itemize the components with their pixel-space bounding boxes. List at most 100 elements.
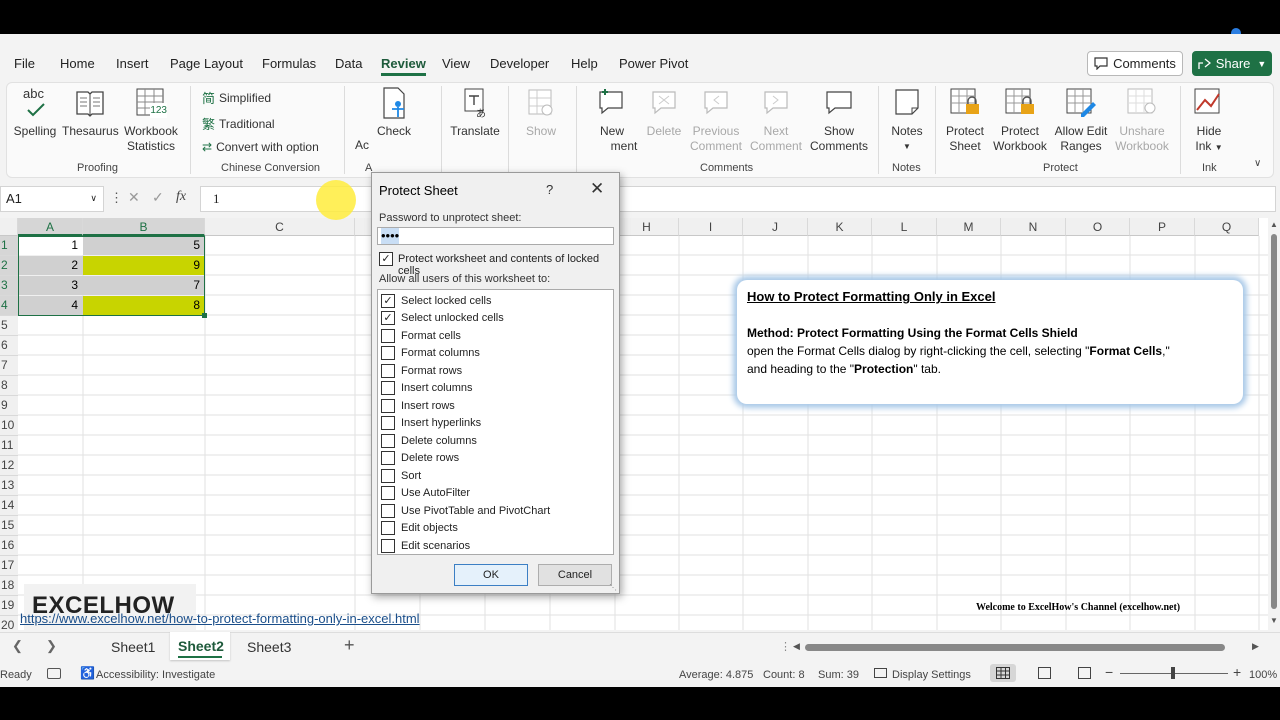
show-comments-button[interactable]: Show Comments: [806, 86, 872, 154]
scroll-down-icon[interactable]: ▼: [1270, 616, 1278, 625]
page-break-view-icon[interactable]: [1078, 667, 1091, 679]
new-comment-button[interactable]: New ment: [586, 86, 638, 154]
next-sheet-icon[interactable]: ❯: [46, 638, 57, 654]
notes-button[interactable]: Notes ▼: [887, 86, 927, 154]
row-header-4[interactable]: 4: [0, 296, 18, 316]
allow-edit-ranges-button[interactable]: Allow Edit Ranges: [1052, 86, 1110, 154]
resize-grip-icon[interactable]: ⋱: [609, 583, 617, 592]
row-header-16[interactable]: 16: [0, 536, 18, 556]
enter-formula-icon[interactable]: ✓: [152, 189, 164, 206]
unshare-workbook-button[interactable]: Unshare Workbook: [1112, 86, 1172, 154]
accessibility-button-partial[interactable]: Ac: [355, 138, 375, 153]
row-header-20[interactable]: 20: [0, 616, 18, 630]
zoom-slider-thumb[interactable]: [1171, 667, 1175, 679]
menu-tab-view[interactable]: View: [442, 56, 470, 71]
row-header-11[interactable]: 11: [0, 436, 18, 456]
name-box[interactable]: A1 ∨: [0, 186, 104, 212]
row-header-17[interactable]: 17: [0, 556, 18, 576]
vertical-scrollbar[interactable]: ▲ ▼: [1268, 218, 1280, 630]
row-header-8[interactable]: 8: [0, 376, 18, 396]
option-checkbox-format-columns[interactable]: [381, 346, 395, 360]
workbook-statistics-button[interactable]: 123 Workbook Statistics: [120, 86, 182, 154]
simplified-button[interactable]: 简 Simplified: [202, 88, 271, 107]
worksheet-grid[interactable]: A B C H I J K L M N O P Q 1 2 3 4 5 6 7 …: [0, 218, 1268, 630]
spelling-button[interactable]: abc Spelling: [12, 86, 58, 139]
row-header-12[interactable]: 12: [0, 456, 18, 476]
sheet-tab-sheet2[interactable]: Sheet2: [170, 632, 230, 660]
zoom-out-icon[interactable]: −: [1105, 664, 1113, 680]
status-accessibility[interactable]: Accessibility: Investigate: [96, 669, 215, 681]
row-header-1[interactable]: 1: [0, 236, 18, 256]
option-checkbox-insert-rows[interactable]: [381, 399, 395, 413]
display-settings-button[interactable]: Display Settings: [892, 669, 971, 681]
cancel-button[interactable]: Cancel: [538, 564, 612, 586]
sheet-tab-sheet1[interactable]: Sheet1: [111, 639, 155, 655]
row-header-13[interactable]: 13: [0, 476, 18, 496]
row-header-3[interactable]: 3: [0, 276, 18, 296]
prev-sheet-icon[interactable]: ❮: [12, 638, 23, 654]
menu-tab-review[interactable]: Review: [381, 56, 426, 76]
option-checkbox-use-pivottable[interactable]: [381, 504, 395, 518]
option-checkbox-delete-rows[interactable]: [381, 451, 395, 465]
row-header-10[interactable]: 10: [0, 416, 18, 436]
macro-record-icon[interactable]: [47, 668, 61, 679]
menu-tab-developer[interactable]: Developer: [490, 56, 549, 71]
option-checkbox-format-rows[interactable]: [381, 364, 395, 378]
option-checkbox-select-locked-cells[interactable]: ✓: [381, 294, 395, 308]
row-header-14[interactable]: 14: [0, 496, 18, 516]
scroll-thumb[interactable]: [1271, 234, 1277, 609]
add-sheet-button[interactable]: +: [344, 635, 355, 656]
menu-tab-help[interactable]: Help: [571, 56, 598, 71]
row-header-9[interactable]: 9: [0, 396, 18, 416]
menu-tab-formulas[interactable]: Formulas: [262, 56, 316, 71]
option-checkbox-sort[interactable]: [381, 469, 395, 483]
check-accessibility-button[interactable]: Check: [376, 86, 412, 139]
status-average[interactable]: Average: 4.875: [679, 669, 753, 681]
menu-tab-insert[interactable]: Insert: [116, 56, 149, 71]
option-checkbox-edit-scenarios[interactable]: [381, 539, 395, 553]
option-checkbox-insert-hyperlinks[interactable]: [381, 416, 395, 430]
password-input[interactable]: ••••: [377, 227, 614, 245]
scroll-up-icon[interactable]: ▲: [1270, 220, 1278, 229]
protect-workbook-button[interactable]: Protect Workbook: [990, 86, 1050, 154]
share-button[interactable]: Share ▼: [1192, 51, 1272, 76]
option-checkbox-select-unlocked-cells[interactable]: ✓: [381, 311, 395, 325]
h-scroll-right-icon[interactable]: ▶: [1252, 641, 1259, 652]
previous-comment-button[interactable]: Previous Comment: [686, 86, 746, 154]
formula-bar-more-icon[interactable]: ⋮: [110, 190, 123, 206]
dialog-help-button[interactable]: ?: [546, 182, 553, 197]
status-sum[interactable]: Sum: 39: [818, 669, 859, 681]
tab-scroll-divider-icon[interactable]: ⋮: [780, 640, 791, 653]
menu-tab-data[interactable]: Data: [335, 56, 362, 71]
row-header-2[interactable]: 2: [0, 256, 18, 276]
h-scroll-left-icon[interactable]: ◀: [793, 641, 800, 652]
thesaurus-button[interactable]: Thesaurus: [62, 86, 119, 139]
collapse-ribbon-icon[interactable]: ∨: [1254, 158, 1261, 169]
translate-button[interactable]: あ Translate: [448, 86, 502, 139]
comments-button[interactable]: Comments: [1087, 51, 1183, 76]
option-checkbox-edit-objects[interactable]: [381, 521, 395, 535]
option-checkbox-insert-columns[interactable]: [381, 381, 395, 395]
ok-button[interactable]: OK: [454, 564, 528, 586]
show-changes-button[interactable]: Show: [518, 86, 564, 139]
row-header-15[interactable]: 15: [0, 516, 18, 536]
tutorial-link[interactable]: https://www.excelhow.net/how-to-protect-…: [20, 611, 420, 626]
row-header-7[interactable]: 7: [0, 356, 18, 376]
horizontal-scroll-thumb[interactable]: [805, 644, 1225, 651]
accessibility-status-icon[interactable]: ♿: [80, 666, 95, 680]
page-layout-view-icon[interactable]: [1038, 667, 1051, 679]
menu-tab-power-pivot[interactable]: Power Pivot: [619, 56, 688, 71]
menu-tab-home[interactable]: Home: [60, 56, 95, 71]
sheet-tab-sheet3[interactable]: Sheet3: [247, 639, 291, 655]
menu-tab-page-layout[interactable]: Page Layout: [170, 56, 243, 71]
zoom-in-icon[interactable]: +: [1233, 664, 1241, 680]
zoom-level[interactable]: 100%: [1249, 669, 1277, 681]
insert-function-icon[interactable]: fx: [176, 189, 186, 205]
protect-contents-checkbox[interactable]: ✓: [379, 252, 393, 266]
row-header-6[interactable]: 6: [0, 336, 18, 356]
option-checkbox-use-autofilter[interactable]: [381, 486, 395, 500]
traditional-button[interactable]: 繁 Traditional: [202, 114, 275, 133]
option-checkbox-format-cells[interactable]: [381, 329, 395, 343]
cancel-formula-icon[interactable]: ✕: [128, 189, 140, 206]
row-header-18[interactable]: 18: [0, 576, 18, 596]
